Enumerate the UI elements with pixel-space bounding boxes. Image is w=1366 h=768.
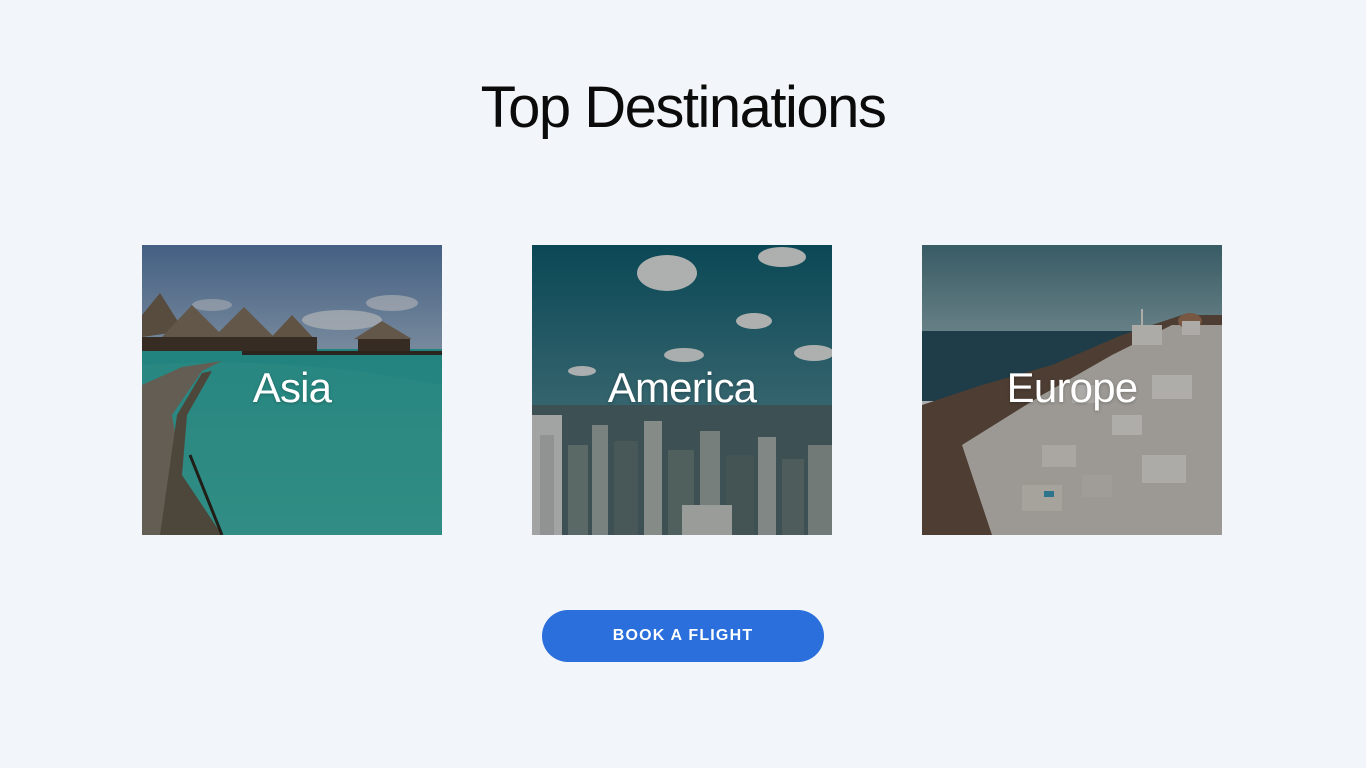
- destination-label: America: [607, 364, 757, 411]
- destination-label: Europe: [1006, 364, 1138, 411]
- book-flight-button[interactable]: BOOK A FLIGHT: [542, 610, 824, 662]
- destination-card-europe[interactable]: Europe: [922, 245, 1222, 535]
- page-title: Top Destinations: [480, 75, 887, 140]
- destination-label: Asia: [252, 364, 332, 411]
- destinations-page: Top Destinations Asia America Europe BOO…: [0, 0, 1366, 768]
- destination-card-america[interactable]: America: [532, 245, 832, 535]
- destination-card-asia[interactable]: Asia: [142, 245, 442, 535]
